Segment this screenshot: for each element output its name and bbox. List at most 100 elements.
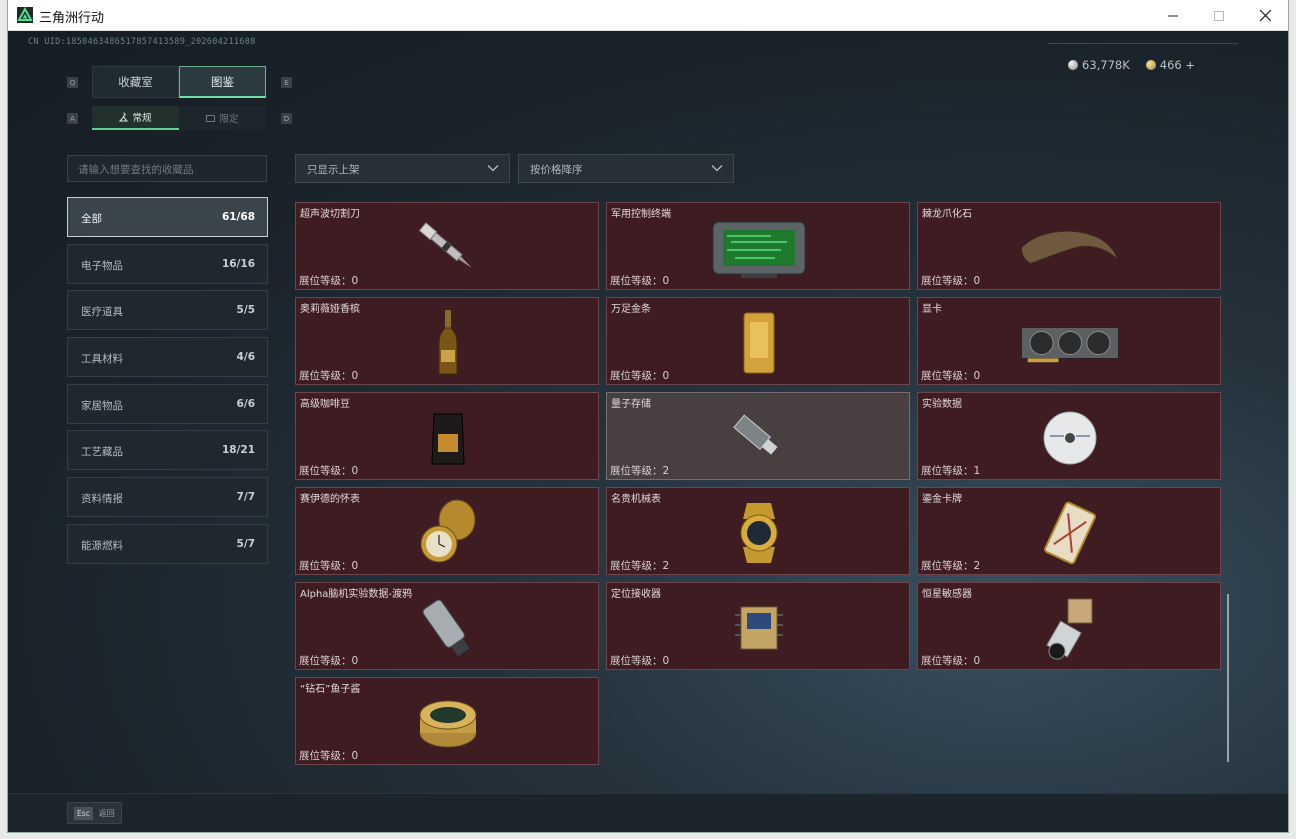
category-count: 6/6 bbox=[236, 397, 255, 410]
category-label: 工具材料 bbox=[81, 353, 123, 366]
item-card[interactable]: 高级咖啡豆 展位等级：0 bbox=[295, 392, 599, 480]
main-tabs: 收藏室 图鉴 bbox=[92, 66, 266, 98]
display-level: 展位等级：0 bbox=[299, 370, 359, 382]
sub-tabs: 常规 限定 bbox=[92, 106, 266, 130]
item-card[interactable]: 军用控制终端 展位等级：0 bbox=[606, 202, 910, 290]
category-medical[interactable]: 医疗道具 5/5 bbox=[67, 290, 268, 331]
item-name: 名贵机械表 bbox=[611, 494, 661, 505]
champagne-icon bbox=[398, 306, 498, 380]
category-label: 能源燃料 bbox=[81, 539, 123, 552]
item-card[interactable]: 恒星敏感器 展位等级：0 bbox=[917, 582, 1221, 670]
item-card[interactable]: 超声波切割刀 展位等级：0 bbox=[295, 202, 599, 290]
category-label: 家居物品 bbox=[81, 399, 123, 412]
close-button[interactable] bbox=[1242, 0, 1288, 31]
item-card[interactable]: 鎏金卡牌 展位等级：2 bbox=[917, 487, 1221, 575]
top-divider bbox=[1048, 43, 1238, 44]
display-level: 展位等级：0 bbox=[299, 750, 359, 762]
item-card[interactable]: 万足金条 展位等级：0 bbox=[606, 297, 910, 385]
graphics-card-icon bbox=[1020, 306, 1120, 380]
item-card[interactable]: 赛伊德的怀表 展位等级：0 bbox=[295, 487, 599, 575]
scrollbar[interactable] bbox=[1227, 594, 1229, 762]
display-level: 展位等级：2 bbox=[610, 560, 670, 572]
sort-dropdown[interactable]: 按价格降序 bbox=[518, 154, 734, 183]
display-level: 展位等级：1 bbox=[921, 465, 981, 477]
display-level: 展位等级：0 bbox=[610, 275, 670, 287]
item-name: 万足金条 bbox=[611, 304, 651, 315]
category-all[interactable]: 全部 61/68 bbox=[67, 197, 268, 237]
category-label: 电子物品 bbox=[81, 259, 123, 272]
item-name: 棘龙爪化石 bbox=[922, 209, 972, 220]
caviar-tin-icon bbox=[398, 686, 498, 760]
item-card[interactable]: “钻石”鱼子酱 展位等级：0 bbox=[295, 677, 599, 765]
item-name: 奥莉薇娅香槟 bbox=[300, 304, 360, 315]
display-level: 展位等级：0 bbox=[299, 655, 359, 667]
category-label: 医疗道具 bbox=[81, 306, 123, 319]
shelf-filter-dropdown[interactable]: 只显示上架 bbox=[295, 154, 510, 183]
chevron-down-icon bbox=[711, 165, 723, 172]
item-card[interactable]: 奥莉薇娅香槟 展位等级：0 bbox=[295, 297, 599, 385]
category-intel[interactable]: 资料情报 7/7 bbox=[67, 477, 268, 518]
item-card[interactable]: 实验数据 展位等级：1 bbox=[917, 392, 1221, 480]
display-level: 展位等级：2 bbox=[921, 560, 981, 572]
claw-fossil-icon bbox=[1020, 211, 1120, 285]
silver-amount: 63,778K bbox=[1082, 58, 1130, 72]
category-label: 全部 bbox=[81, 213, 102, 225]
tab-catalog[interactable]: 图鉴 bbox=[179, 66, 266, 98]
category-count: 61/68 bbox=[221, 211, 255, 223]
data-cylinder-icon bbox=[398, 591, 498, 665]
item-card[interactable]: 量子存储 展位等级：2 bbox=[606, 392, 910, 480]
category-crafts[interactable]: 工艺藏品 18/21 bbox=[67, 430, 268, 471]
item-card[interactable]: 定位接收器 展位等级：0 bbox=[606, 582, 910, 670]
subtab-regular[interactable]: 常规 bbox=[92, 106, 179, 130]
display-level: 展位等级：2 bbox=[610, 465, 670, 477]
item-card[interactable]: 棘龙爪化石 展位等级：0 bbox=[917, 202, 1221, 290]
category-count: 5/7 bbox=[236, 537, 255, 550]
category-count: 7/7 bbox=[236, 491, 255, 504]
item-name: 鎏金卡牌 bbox=[922, 494, 962, 505]
coffee-bag-icon bbox=[398, 401, 498, 475]
subtab-regular-label: 常规 bbox=[132, 113, 152, 124]
back-label: 返回 bbox=[98, 808, 115, 818]
item-name: 超声波切割刀 bbox=[300, 209, 360, 220]
category-label: 工艺藏品 bbox=[81, 446, 123, 459]
wristwatch-icon bbox=[709, 496, 809, 570]
item-name: 量子存储 bbox=[611, 399, 651, 410]
back-button[interactable]: Esc 返回 bbox=[67, 802, 122, 824]
maximize-button[interactable] bbox=[1196, 0, 1242, 31]
display-level: 展位等级：0 bbox=[299, 560, 359, 572]
gold-bar-icon bbox=[709, 306, 809, 380]
esc-key-hint: Esc bbox=[74, 806, 93, 820]
gilded-card-icon bbox=[1020, 496, 1120, 570]
gold-coin-icon bbox=[1145, 60, 1156, 70]
tab-collection-room[interactable]: 收藏室 bbox=[92, 66, 179, 98]
app-logo-icon bbox=[17, 7, 33, 23]
category-tools[interactable]: 工具材料 4/6 bbox=[67, 337, 268, 378]
limited-icon bbox=[206, 114, 216, 122]
category-household[interactable]: 家居物品 6/6 bbox=[67, 383, 268, 424]
ultrasonic-knife-icon bbox=[398, 211, 498, 285]
maximize-icon bbox=[1214, 10, 1224, 21]
usb-drive-icon bbox=[709, 401, 809, 475]
item-card[interactable]: Alpha脑机实验数据-渡鸦 展位等级：0 bbox=[295, 582, 599, 670]
search-input[interactable]: 请输入想要查找的收藏品 bbox=[67, 155, 267, 182]
silver-currency: 63,778K bbox=[1068, 58, 1130, 72]
star-sensor-icon bbox=[1020, 591, 1120, 665]
shelf-filter-value: 只显示上架 bbox=[307, 164, 360, 176]
pocket-watch-icon bbox=[398, 496, 498, 570]
minimize-icon bbox=[1168, 15, 1178, 16]
item-name: Alpha脑机实验数据-渡鸦 bbox=[300, 589, 413, 600]
item-card[interactable]: 名贵机械表 展位等级：2 bbox=[606, 487, 910, 575]
player-uid: CN UID:1850463486517857413589_2026042116… bbox=[28, 37, 256, 47]
category-list: 全部 61/68 电子物品 16/16 医疗道具 5/5 工具材料 4/6 家居物品 6/… bbox=[67, 197, 268, 571]
military-terminal-icon bbox=[709, 211, 809, 285]
display-level: 展位等级：0 bbox=[921, 370, 981, 382]
category-electronics[interactable]: 电子物品 16/16 bbox=[67, 243, 268, 284]
category-energy[interactable]: 能源燃料 5/7 bbox=[67, 523, 268, 564]
display-level: 展位等级：0 bbox=[299, 275, 359, 287]
gold-currency[interactable]: 466 + bbox=[1145, 58, 1195, 72]
minimize-button[interactable] bbox=[1150, 0, 1196, 31]
subtab-limited[interactable]: 限定 bbox=[179, 106, 266, 130]
item-name: “钻石”鱼子酱 bbox=[300, 684, 361, 695]
key-hint-d: D bbox=[281, 113, 292, 124]
item-card[interactable]: 显卡 展位等级：0 bbox=[917, 297, 1221, 385]
